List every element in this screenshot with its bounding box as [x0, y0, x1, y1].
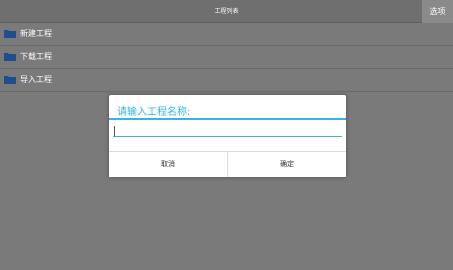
confirm-button[interactable]: 确定: [227, 152, 346, 177]
list-item-import-project[interactable]: 导入工程: [0, 69, 453, 92]
project-list: 新建工程 下载工程 导入工程: [0, 23, 453, 92]
page-title: 工程列表: [214, 8, 239, 15]
list-item-label: 下载工程: [20, 52, 52, 61]
options-button[interactable]: 选项: [422, 0, 453, 23]
cancel-button[interactable]: 取消: [109, 152, 227, 177]
dialog-title: 请输入工程名称:: [117, 107, 191, 118]
project-name-dialog: 请输入工程名称: 取消 确定: [109, 95, 346, 177]
text-cursor: [114, 126, 115, 136]
folder-icon: [4, 30, 16, 38]
project-name-input[interactable]: [113, 123, 342, 137]
list-item-download-project[interactable]: 下载工程: [0, 46, 453, 69]
title-bar: 工程列表 选项: [0, 0, 453, 23]
list-item-label: 导入工程: [20, 75, 52, 84]
list-item-new-project[interactable]: 新建工程: [0, 23, 453, 46]
folder-icon: [4, 53, 16, 61]
folder-icon: [4, 76, 16, 84]
list-item-label: 新建工程: [20, 29, 52, 38]
dialog-divider: [109, 118, 346, 120]
dialog-button-bar: 取消 确定: [109, 151, 346, 177]
